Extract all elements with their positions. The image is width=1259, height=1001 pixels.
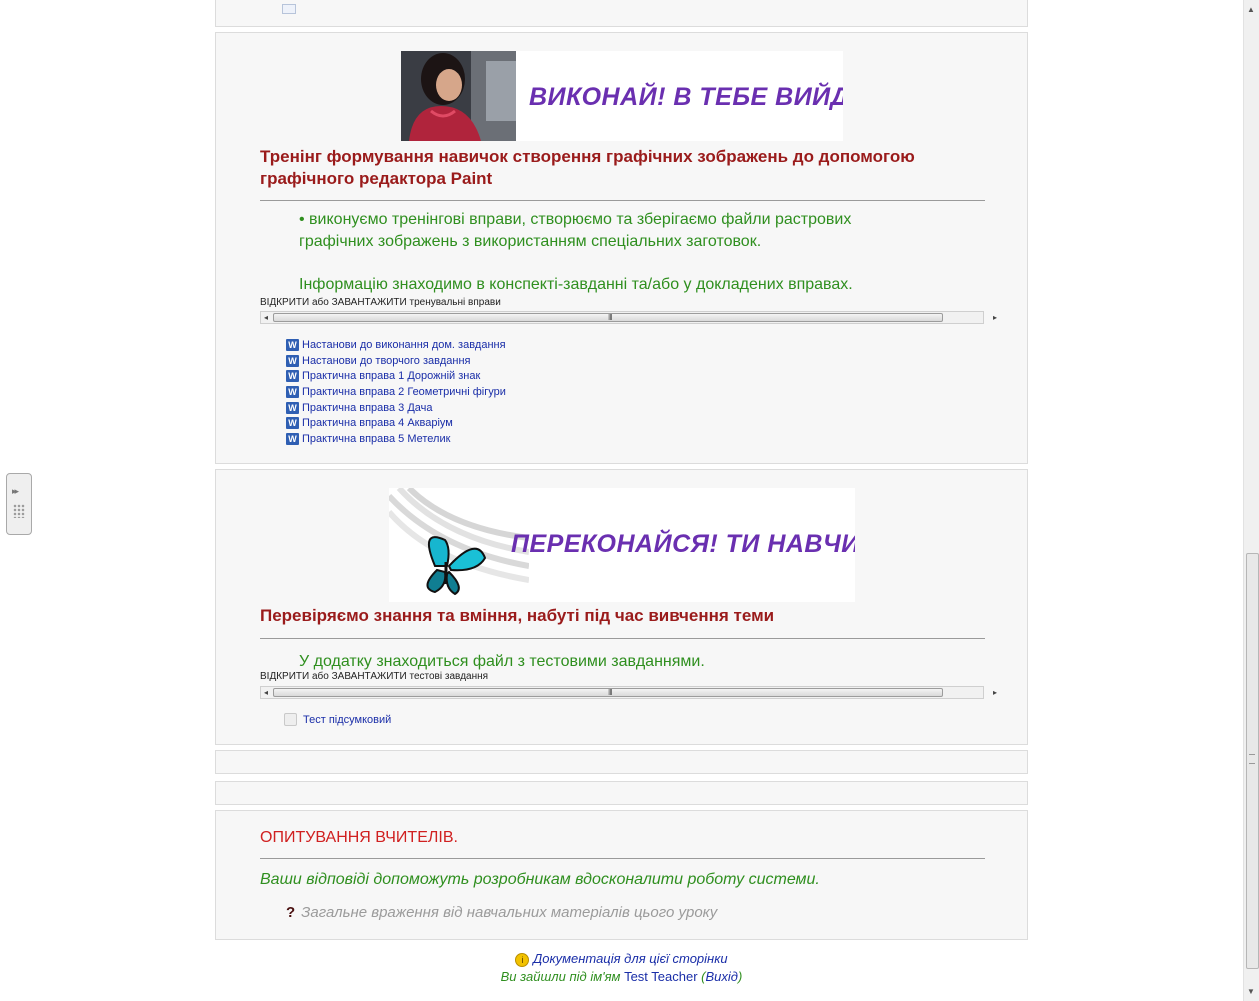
word-document-icon: W xyxy=(286,432,299,445)
student-photo xyxy=(401,51,516,141)
previous-section xyxy=(215,0,1028,27)
login-info: Ви зайшли під ім'ям Test Teacher (Вихід) xyxy=(500,969,743,984)
info-icon: i xyxy=(515,952,530,967)
list-item[interactable]: W Практична вправа 5 Метелик xyxy=(286,431,506,447)
scrollbar-thumb[interactable]: III xyxy=(273,313,943,322)
word-document-icon: W xyxy=(286,370,299,383)
survey-subtitle: Ваши відповіді допоможуть розробникам вд… xyxy=(260,871,820,888)
list-item[interactable]: W Практична вправа 1 Дорожній знак xyxy=(286,368,506,384)
divider xyxy=(260,638,985,639)
list-item[interactable]: W Практична вправа 4 Акваріум xyxy=(286,415,506,431)
grip-icon xyxy=(13,504,25,518)
question-icon: ? xyxy=(286,904,296,921)
horizontal-scrollbar[interactable]: ◂ III ▸ xyxy=(260,686,997,699)
file-list: W Настанови до виконання дом. завдання WН… xyxy=(286,337,506,447)
scroll-right-arrow-icon[interactable]: ▸ xyxy=(993,687,997,698)
test-banner: ПЕРЕКОНАЙСЯ! ТИ НАВЧИВСЯ! xyxy=(389,488,855,602)
list-item[interactable]: W Практична вправа 2 Геометричні фігури xyxy=(286,384,506,400)
quiz-icon xyxy=(284,713,297,726)
scrollbar-thumb[interactable]: III xyxy=(273,688,943,697)
file-link[interactable]: Практична вправа 5 Метелик xyxy=(302,433,450,445)
banner-text: ВИКОНАЙ! В ТЕБЕ ВИЙДЕ! xyxy=(529,83,843,111)
word-document-icon: W xyxy=(286,354,299,367)
word-document-icon: W xyxy=(286,338,299,351)
file-link[interactable]: Настанови до виконання дом. завдання xyxy=(302,339,506,351)
bullet-line-2: графічних зображень з використанням спец… xyxy=(299,233,762,250)
training-section: ВИКОНАЙ! В ТЕБЕ ВИЙДЕ! Тренінг формуванн… xyxy=(215,32,1028,464)
test-heading: Перевіряємо знання та вміння, набуті під… xyxy=(260,606,775,625)
survey-question[interactable]: ? Загальне враження від навчальних матер… xyxy=(286,904,717,921)
test-link[interactable]: Тест підсумковий xyxy=(303,714,391,726)
info-text: У додатку знаходиться файл з тестовими з… xyxy=(299,653,705,670)
question-link[interactable]: Загальне враження від навчальних матеріа… xyxy=(301,904,717,921)
vertical-scrollbar[interactable]: ▲ ▼ xyxy=(1243,0,1259,1001)
word-document-icon: W xyxy=(286,385,299,398)
horizontal-scrollbar[interactable]: ◂ III ▸ xyxy=(260,311,997,324)
doc-line: i Документація для цієї сторінки xyxy=(215,950,1028,968)
divider xyxy=(260,858,985,859)
test-item[interactable]: Тест підсумковий xyxy=(284,713,391,726)
word-document-icon: W xyxy=(286,417,299,430)
word-document-icon: W xyxy=(286,401,299,414)
footer: i Документація для цієї сторінки Ви зайш… xyxy=(215,950,1028,986)
scroll-left-arrow-icon[interactable]: ◂ xyxy=(264,312,268,323)
scroll-left-arrow-icon[interactable]: ◂ xyxy=(264,687,268,698)
user-link[interactable]: Test Teacher xyxy=(624,969,697,984)
list-item[interactable]: W Настанови до виконання дом. завдання xyxy=(286,337,506,353)
open-label: ВІДКРИТИ або ЗАВАНТАЖИТИ тестові завданн… xyxy=(260,671,489,682)
doc-link[interactable]: Документація для цієї сторінки xyxy=(533,951,728,966)
scroll-down-arrow-icon[interactable]: ▼ xyxy=(1247,987,1255,996)
logged-in-text: Ви зайшли під ім'ям xyxy=(500,969,621,984)
file-link[interactable]: Практична вправа 3 Дача xyxy=(302,402,433,414)
info-text: Інформацію знаходимо в конспекті-завданн… xyxy=(299,276,853,293)
open-label: ВІДКРИТИ або ЗАВАНТАЖИТИ тренувальні впр… xyxy=(260,297,501,308)
file-icon xyxy=(282,4,296,14)
empty-section xyxy=(215,750,1028,774)
course-page: ВИКОНАЙ! В ТЕБЕ ВИЙДЕ! Тренінг формуванн… xyxy=(0,0,1243,1001)
scrollbar-thumb[interactable] xyxy=(1246,553,1259,969)
file-link[interactable]: Практична вправа 2 Геометричні фігури xyxy=(302,386,506,398)
butterfly-image xyxy=(389,488,530,596)
file-link[interactable]: Настанови до творчого завдання xyxy=(302,355,471,367)
training-banner: ВИКОНАЙ! В ТЕБЕ ВИЙДЕ! xyxy=(401,51,843,141)
bullet-line-1: • виконуємо тренінгові вправи, створюємо… xyxy=(299,211,852,228)
test-section: ПЕРЕКОНАЙСЯ! ТИ НАВЧИВСЯ! Перевіряємо зн… xyxy=(215,469,1028,745)
thumb-grip-icon xyxy=(1249,754,1255,764)
empty-section xyxy=(215,781,1028,805)
logout-link[interactable]: Вихід xyxy=(706,969,738,984)
training-heading: Тренінг формування навичок створення гра… xyxy=(260,147,915,188)
banner-text: ПЕРЕКОНАЙСЯ! ТИ НАВЧИВСЯ! xyxy=(511,530,855,558)
list-item[interactable]: W Настанови до творчого завдання xyxy=(286,353,506,369)
scroll-up-arrow-icon[interactable]: ▲ xyxy=(1247,5,1255,14)
expand-icon: ▸▸ xyxy=(12,486,19,496)
divider xyxy=(260,200,985,201)
list-item[interactable]: W Практична вправа 3 Дача xyxy=(286,400,506,416)
file-link[interactable]: Практична вправа 1 Дорожній знак xyxy=(302,370,480,382)
file-link[interactable]: Практична вправа 4 Акваріум xyxy=(302,417,453,429)
scroll-right-arrow-icon[interactable]: ▸ xyxy=(993,312,997,323)
survey-heading: ОПИТУВАННЯ ВЧИТЕЛІВ. xyxy=(260,829,458,846)
survey-section: ОПИТУВАННЯ ВЧИТЕЛІВ. Ваши відповіді допо… xyxy=(215,810,1028,940)
side-dock-toggle[interactable]: ▸▸ xyxy=(6,473,32,535)
